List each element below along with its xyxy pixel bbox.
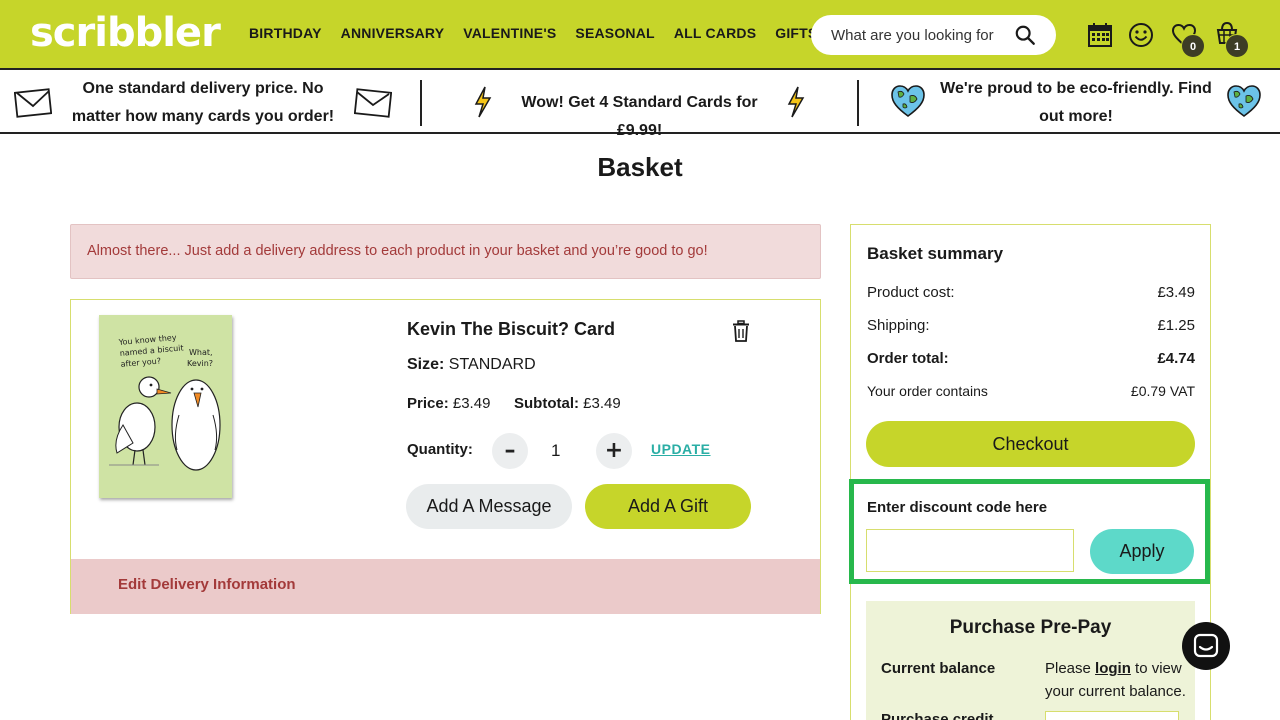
promo-eco-text[interactable]: We're proud to be eco-friendly. Find out… (930, 75, 1222, 131)
price-label: Price: (407, 395, 449, 412)
order-total-row: Order total: £4.74 (867, 350, 1195, 367)
search-bar (811, 15, 1056, 55)
smiley-icon[interactable] (1128, 22, 1154, 48)
size-label: Size: (407, 356, 445, 373)
promo-offer-text[interactable]: Wow! Get 4 Standard Cards for £9.99! (497, 89, 782, 145)
alert-text: Almost there... Just add a delivery addr… (87, 243, 708, 259)
purchase-credit-select[interactable] (1045, 711, 1179, 720)
top-header: scribbler BIRTHDAY ANNIVERSARY VALENTINE… (0, 0, 1280, 70)
envelope-icon (354, 88, 392, 118)
chat-icon (1193, 633, 1219, 658)
add-message-button[interactable]: Add A Message (406, 484, 572, 529)
chat-launcher-button[interactable] (1182, 622, 1230, 670)
nav-seasonal[interactable]: SEASONAL (575, 25, 654, 41)
svg-text:What,Kevin?: What, Kevin? (187, 348, 213, 368)
product-name[interactable]: Kevin The Biscuit? Card (407, 319, 615, 340)
delivery-address-alert: Almost there... Just add a delivery addr… (70, 224, 821, 279)
earth-heart-icon (891, 85, 925, 117)
discount-label: Enter discount code here (867, 499, 1048, 516)
quantity-increase-button[interactable]: + (596, 433, 632, 469)
search-input[interactable] (831, 24, 1006, 46)
lightning-icon (787, 86, 805, 118)
size-value: STANDARD (448, 356, 536, 373)
earth-heart-icon (1227, 85, 1261, 117)
shipping-row: Shipping: £1.25 (867, 317, 1195, 334)
discount-code-input[interactable] (866, 529, 1074, 572)
price-value: £3.49 (452, 395, 491, 412)
basket-product-card: You know theynamed a biscuitafter you? W… (70, 299, 821, 614)
update-quantity-link[interactable]: UPDATE (651, 441, 711, 457)
add-gift-button[interactable]: Add A Gift (585, 484, 751, 529)
nav-all-cards[interactable]: ALL CARDS (674, 25, 756, 41)
edit-delivery-link[interactable]: Edit Delivery Information (118, 576, 296, 593)
product-subtotal: Subtotal: £3.49 (514, 395, 621, 412)
basket-summary-panel: Basket summary Product cost: £3.49 Shipp… (849, 224, 1211, 720)
current-balance-label: Current balance (881, 660, 996, 677)
promo-divider (420, 80, 422, 126)
page-title: Basket (597, 152, 683, 182)
product-cost-label: Product cost: (867, 284, 955, 301)
prepay-title: Purchase Pre-Pay (949, 617, 1112, 638)
product-size: Size: STANDARD (407, 356, 536, 374)
quantity-label: Quantity: (407, 441, 473, 458)
balance-text-pre: Please (1045, 660, 1091, 677)
wishlist-count-badge: 0 (1181, 34, 1205, 58)
trash-icon[interactable] (732, 320, 750, 342)
shipping-label: Shipping: (867, 317, 930, 334)
product-cost-row: Product cost: £3.49 (867, 284, 1195, 301)
promo-delivery-text[interactable]: One standard delivery price. No matter h… (58, 75, 348, 131)
product-thumbnail[interactable]: You know theynamed a biscuitafter you? W… (99, 315, 232, 498)
main-nav: BIRTHDAY ANNIVERSARY VALENTINE'S SEASONA… (249, 25, 836, 41)
scribbler-logo[interactable]: scribbler (30, 10, 221, 56)
subtotal-value: £3.49 (583, 395, 621, 412)
balance-login-text: Please login to view your current balanc… (1045, 657, 1195, 703)
vat-label: Your order contains (867, 383, 988, 399)
product-cost-value: £3.49 (1157, 284, 1195, 301)
purchase-credit-label: Purchase credit (881, 711, 994, 720)
envelope-icon (14, 88, 52, 118)
shipping-value: £1.25 (1157, 317, 1195, 334)
vat-value: £0.79 VAT (1130, 383, 1195, 399)
product-price: Price: £3.49 (407, 395, 490, 412)
summary-title: Basket summary (867, 244, 1004, 263)
edit-delivery-bar: Edit Delivery Information (71, 559, 820, 614)
nav-valentines[interactable]: VALENTINE'S (463, 25, 556, 41)
card-illustration: You know theynamed a biscuitafter you? W… (109, 332, 221, 471)
svg-text:You know theynamed a biscuitaf: You know theynamed a biscuitafter you? (117, 332, 185, 369)
login-link[interactable]: login (1095, 660, 1131, 677)
calendar-icon[interactable] (1087, 22, 1113, 48)
promo-divider (857, 80, 859, 126)
apply-discount-button[interactable]: Apply (1090, 529, 1194, 574)
promo-strip: One standard delivery price. No matter h… (0, 72, 1280, 139)
basket-count-badge: 1 (1225, 34, 1249, 58)
lightning-icon (474, 86, 492, 118)
search-icon[interactable] (1014, 24, 1036, 46)
quantity-decrease-button[interactable]: – (492, 433, 528, 469)
order-total-value: £4.74 (1157, 350, 1195, 367)
discount-code-section: Enter discount code here Apply (849, 479, 1210, 584)
order-total-label: Order total: (867, 350, 949, 367)
subtotal-label: Subtotal: (514, 395, 579, 412)
checkout-button[interactable]: Checkout (866, 421, 1195, 467)
vat-row: Your order contains £0.79 VAT (867, 383, 1195, 399)
quantity-value[interactable]: 1 (551, 441, 560, 461)
prepay-section: Purchase Pre-Pay Current balance Please … (866, 601, 1195, 720)
nav-anniversary[interactable]: ANNIVERSARY (341, 25, 445, 41)
nav-birthday[interactable]: BIRTHDAY (249, 25, 322, 41)
